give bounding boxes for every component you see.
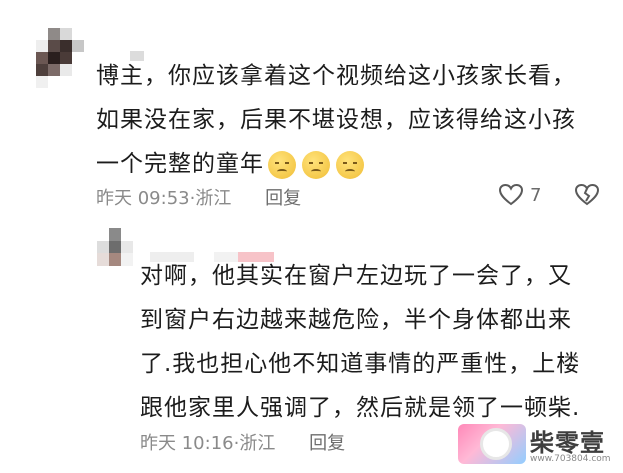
heart-icon bbox=[498, 183, 524, 206]
worried-face-icon bbox=[268, 150, 296, 179]
reply-meta: 昨天 10:16·浙江 回复 bbox=[140, 429, 345, 455]
reply-location: 浙江 bbox=[239, 433, 276, 454]
reply-to-reply-button[interactable]: 回复 bbox=[309, 433, 345, 454]
comment-time: 昨天 09:53 bbox=[96, 188, 190, 209]
reply-line: 到窗户右边越来越危险，半个身体都出来 bbox=[140, 307, 572, 333]
broken-heart-icon bbox=[574, 183, 600, 206]
emoji-group bbox=[268, 150, 364, 179]
dislike-button[interactable] bbox=[574, 183, 600, 211]
watermark: 柴零壹 www.703804.com bbox=[458, 420, 623, 473]
avatar[interactable] bbox=[36, 28, 84, 88]
comment-line: 博主，你应该拿着这个视频给这小孩家长看， bbox=[96, 63, 576, 89]
comment-line: 一个完整的童年 bbox=[96, 142, 576, 186]
comment-location: 浙江 bbox=[195, 188, 232, 209]
watermark-circle-icon bbox=[480, 428, 512, 460]
like-button[interactable]: 7 bbox=[498, 183, 541, 207]
reply-text: 对啊，他其实在窗户左边玩了一会了，又 到窗户右边越来越危险，半个身体都出来 了.… bbox=[140, 254, 580, 430]
comment-thread: 博主，你应该拿着这个视频给这小孩家长看， 如果没在家，后果不堪设想，应该得给这小… bbox=[0, 0, 623, 473]
reply-button[interactable]: 回复 bbox=[265, 188, 301, 209]
comment-meta: 昨天 09:53·浙江 回复 bbox=[96, 184, 301, 210]
reply-line: 对啊，他其实在窗户左边玩了一会了，又 bbox=[140, 263, 572, 289]
worried-face-icon bbox=[302, 150, 330, 179]
reply-time: 昨天 10:16 bbox=[140, 433, 234, 454]
watermark-brand: 柴零壹 bbox=[530, 429, 605, 457]
reply-line: 了.我也担心他不知道事情的严重性，上楼 bbox=[140, 351, 581, 377]
comment-text: 博主，你应该拿着这个视频给这小孩家长看， 如果没在家，后果不堪设想，应该得给这小… bbox=[96, 54, 576, 186]
reply-avatar[interactable] bbox=[97, 228, 133, 266]
like-count: 7 bbox=[530, 184, 542, 206]
worried-face-icon bbox=[336, 150, 364, 179]
comment-line: 如果没在家，后果不堪设想，应该得给这小孩 bbox=[96, 107, 576, 133]
watermark-url: www.703804.com bbox=[530, 454, 611, 464]
